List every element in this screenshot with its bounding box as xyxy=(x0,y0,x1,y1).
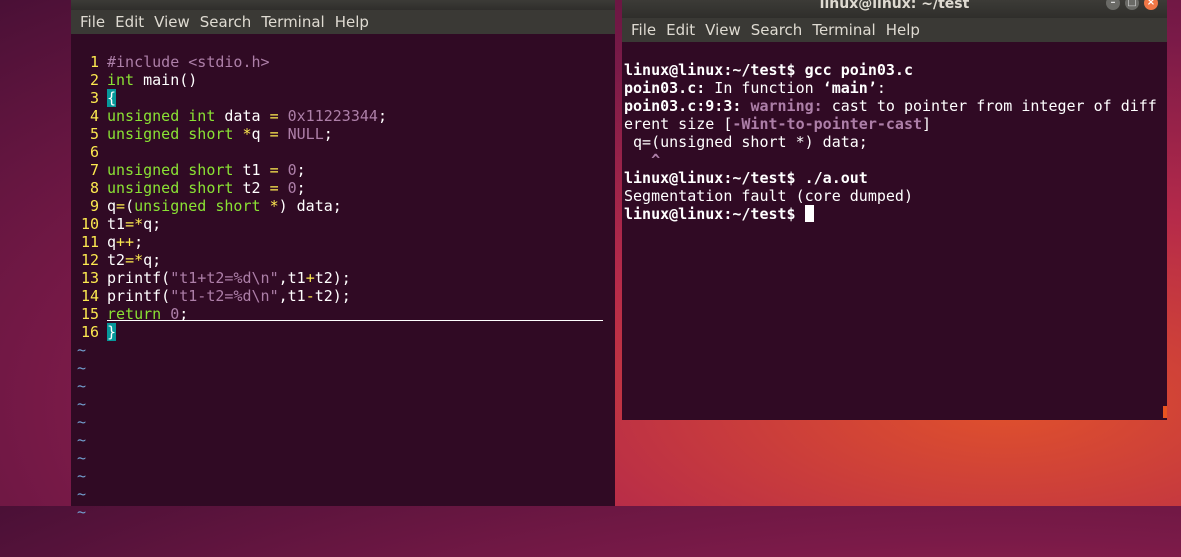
shell-line: linux@linux:~/test$ ./a.out xyxy=(624,169,868,187)
shell-line: linux@linux:~/test$ gcc poin03.c xyxy=(624,61,913,79)
menu-help[interactable]: Help xyxy=(335,13,369,31)
code-line: 14 printf("t1-t2=%d\n",t1-t2); xyxy=(80,287,351,305)
shell-line: ^ xyxy=(624,151,661,169)
menu-terminal[interactable]: Terminal xyxy=(812,21,875,39)
shell-prompt: linux@linux:~/test$ xyxy=(624,205,805,223)
left-titlebar[interactable] xyxy=(71,0,615,10)
empty-line-marker: ~ xyxy=(77,467,87,485)
vim-editor[interactable]: 1 #include <stdio.h> 2 int main() 3{4 unsigne… xyxy=(77,35,387,557)
empty-line-marker: ~ xyxy=(77,359,87,377)
code-line: 6 xyxy=(89,143,99,161)
menu-terminal[interactable]: Terminal xyxy=(261,13,324,31)
empty-line-marker: ~ xyxy=(77,395,87,413)
code-line: 5 unsigned short *q = NULL; xyxy=(89,125,333,143)
code-line: 3{ xyxy=(89,89,117,107)
code-line: 16} xyxy=(80,323,117,341)
right-menubar: File Edit View Search Terminal Help xyxy=(622,18,1167,42)
code-line: 2 int main() xyxy=(89,71,198,89)
code-line: 4 unsigned int data = 0x11223344; xyxy=(89,107,387,125)
empty-line-marker: ~ xyxy=(77,431,87,449)
resize-handle[interactable] xyxy=(1163,406,1167,418)
shell-output[interactable]: linux@linux:~/test$ gcc poin03.c poin03.c… xyxy=(624,43,1157,259)
maximize-icon[interactable]: □ xyxy=(1125,0,1139,10)
menu-search[interactable]: Search xyxy=(200,13,252,31)
menu-edit[interactable]: Edit xyxy=(666,21,695,39)
left-terminal-window[interactable]: File Edit View Search Terminal Help 1 #in… xyxy=(71,0,615,521)
right-terminal-window[interactable]: linux@linux: ~/test – □ × File Edit View… xyxy=(622,0,1167,420)
shell-line: poin03.c: In function ‘main’: xyxy=(624,79,886,97)
shell-line: Segmentation fault (core dumped) xyxy=(624,187,913,205)
empty-line-marker: ~ xyxy=(77,449,87,467)
menu-view[interactable]: View xyxy=(705,21,741,39)
empty-line-marker: ~ xyxy=(77,377,87,395)
empty-line-marker: ~ xyxy=(77,413,87,431)
window-title: linux@linux: ~/test xyxy=(819,0,970,12)
code-line: 8 unsigned short t2 = 0; xyxy=(89,179,306,197)
menu-file[interactable]: File xyxy=(631,21,656,39)
code-line: 1 #include <stdio.h> xyxy=(89,53,270,71)
code-line: 10 t1=*q; xyxy=(80,215,162,233)
menu-search[interactable]: Search xyxy=(751,21,803,39)
menu-file[interactable]: File xyxy=(80,13,105,31)
menu-view[interactable]: View xyxy=(154,13,190,31)
shell-prompt-line[interactable]: linux@linux:~/test$ xyxy=(624,205,1157,223)
empty-line-marker: ~ xyxy=(77,485,87,503)
menu-help[interactable]: Help xyxy=(886,21,920,39)
empty-line-marker: ~ xyxy=(77,341,87,359)
menu-edit[interactable]: Edit xyxy=(115,13,144,31)
text-cursor xyxy=(804,205,814,222)
code-line: 12 t2=*q; xyxy=(80,251,162,269)
shell-line: q=(unsigned short *) data; xyxy=(624,133,868,151)
shell-line: poin03.c:9:3: warning: cast to pointer f… xyxy=(624,97,1157,115)
right-titlebar[interactable]: linux@linux: ~/test – □ × xyxy=(622,0,1167,18)
code-line: 7 unsigned short t1 = 0; xyxy=(89,161,306,179)
code-line: 11 q++; xyxy=(80,233,144,251)
close-icon[interactable]: × xyxy=(1144,0,1158,10)
cursorline-underline xyxy=(107,320,603,321)
code-line: 13 printf("t1+t2=%d\n",t1+t2); xyxy=(80,269,351,287)
code-line: 9 q=(unsigned short *) data; xyxy=(89,197,342,215)
shell-line: erent size [-Wint-to-pointer-cast] xyxy=(624,115,932,133)
left-menubar: File Edit View Search Terminal Help xyxy=(71,10,615,34)
minimize-icon[interactable]: – xyxy=(1106,0,1120,10)
